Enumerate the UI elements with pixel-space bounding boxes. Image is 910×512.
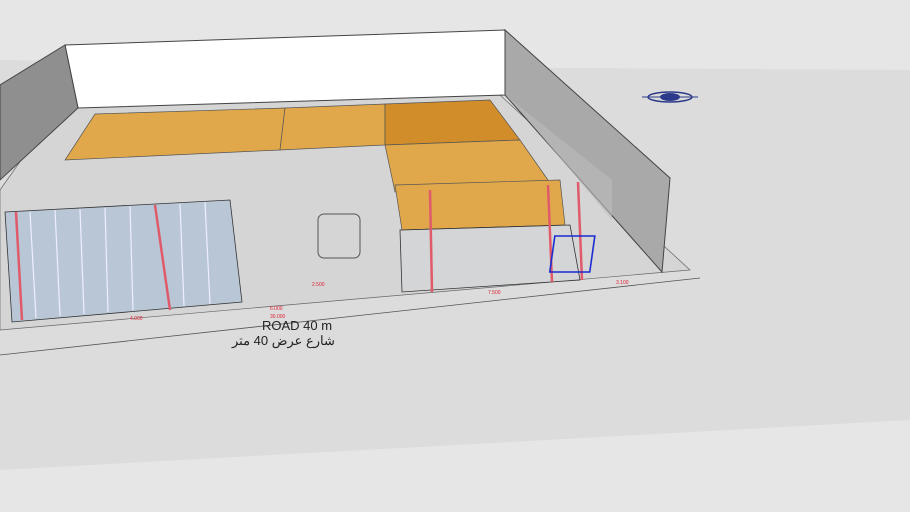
storefront-right	[394, 179, 566, 231]
glass-facade-left	[4, 199, 243, 323]
road-label-arabic: شارع عرض 40 متر	[232, 333, 335, 348]
3d-model-viewport[interactable]	[0, 0, 910, 512]
dimension-label: 2.500	[312, 282, 325, 288]
dimension-label: 4.000	[130, 316, 143, 322]
dimension-label: 6.000	[270, 306, 283, 312]
dimension-label: 3.100	[616, 280, 629, 286]
room-2	[279, 103, 386, 151]
road-label: ROAD 40 m	[262, 318, 333, 333]
dimension-label: 7.500	[488, 290, 501, 296]
